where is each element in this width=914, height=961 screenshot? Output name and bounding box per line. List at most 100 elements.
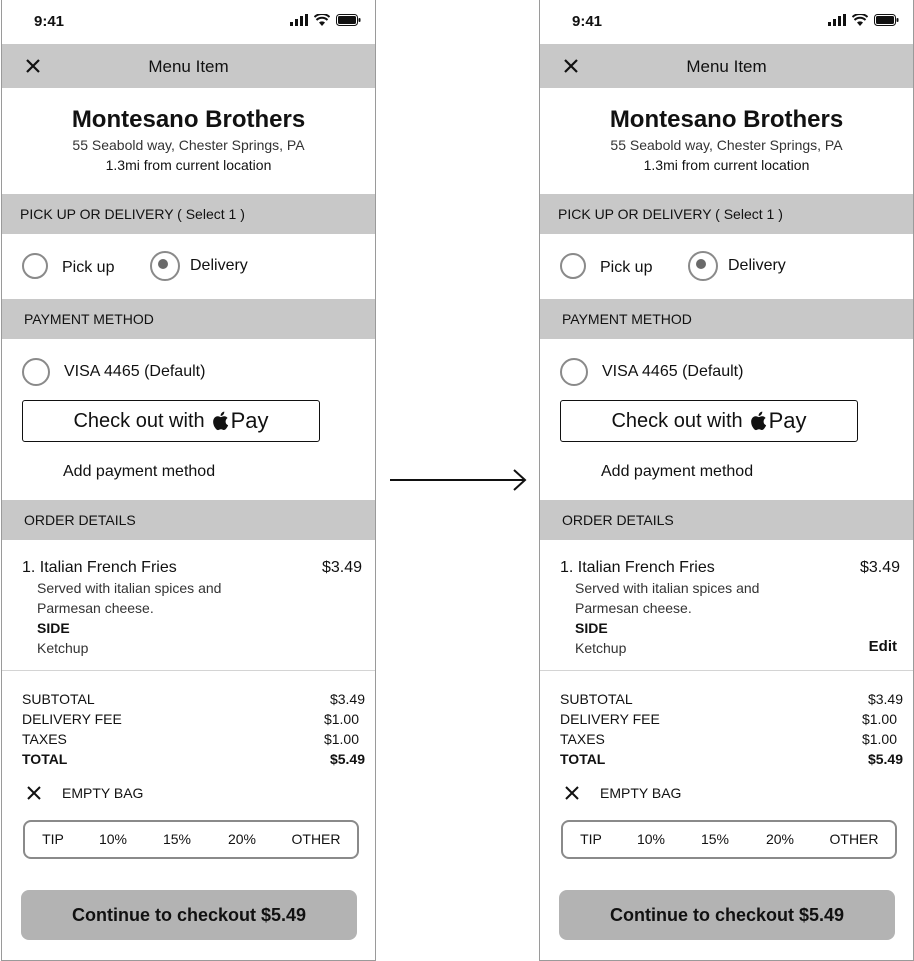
phone-screen-after: 9:41 Menu Item Montesano Brothers 55 Sea…: [539, 0, 914, 961]
delivery-option[interactable]: Delivery: [688, 251, 786, 281]
empty-bag-button[interactable]: EMPTY BAG: [564, 785, 681, 801]
divider: [540, 670, 913, 671]
restaurant-address: 55 Seabold way, Chester Springs, PA: [610, 137, 843, 153]
subtotal-row: SUBTOTAL $3.49: [22, 689, 365, 709]
apple-pay-button[interactable]: Check out with Pay: [560, 400, 858, 442]
tip-other-option[interactable]: OTHER: [830, 822, 879, 857]
checkout-button[interactable]: Continue to checkout $5.49: [21, 890, 357, 940]
tip-selector: TIP 10% 15% 20% OTHER: [561, 820, 897, 859]
total-row: TOTAL $5.49: [560, 749, 903, 769]
close-icon: [27, 786, 41, 800]
card-label: VISA 4465 (Default): [602, 363, 744, 380]
restaurant-info: Montesano Brothers 55 Seabold way, Chest…: [540, 106, 913, 174]
page-title: Menu Item: [686, 57, 767, 76]
delivery-fee-label: DELIVERY FEE: [560, 711, 660, 727]
item-option-value: Ketchup: [37, 640, 89, 656]
delivery-fee-value: $1.00: [861, 711, 897, 727]
add-payment-method-link[interactable]: Add payment method: [601, 463, 753, 481]
card-option[interactable]: VISA 4465 (Default): [22, 358, 205, 386]
tip-15-option[interactable]: 15%: [163, 822, 191, 857]
tip-10-option[interactable]: 10%: [99, 822, 127, 857]
fulfillment-header: PICK UP OR DELIVERY ( Select 1 ): [540, 194, 913, 234]
subtotal-row: SUBTOTAL $3.49: [560, 689, 903, 709]
checkout-button[interactable]: Continue to checkout $5.49: [559, 890, 895, 940]
pickup-radio[interactable]: [560, 253, 586, 279]
navbar: Menu Item: [2, 44, 375, 88]
subtotal-value: $3.49: [329, 691, 365, 707]
delivery-fee-row: DELIVERY FEE $1.00: [22, 709, 365, 729]
apple-pay-suffix: Pay: [768, 408, 807, 433]
pickup-option[interactable]: Pick up: [22, 253, 114, 279]
status-icons: [290, 14, 361, 26]
restaurant-name: Montesano Brothers: [609, 106, 844, 133]
battery-icon: [874, 14, 899, 26]
delivery-fee-row: DELIVERY FEE $1.00: [560, 709, 903, 729]
tip-label: TIP: [42, 831, 64, 847]
taxes-value: $1.00: [323, 731, 359, 747]
tip-other-option[interactable]: OTHER: [292, 822, 341, 857]
total-value: $5.49: [329, 751, 365, 767]
item-description-line-2: Parmesan cheese.: [575, 600, 692, 616]
card-label: VISA 4465 (Default): [64, 363, 206, 380]
wifi-icon: [314, 14, 330, 26]
card-radio[interactable]: [22, 358, 50, 386]
tip-20-option[interactable]: 20%: [228, 822, 256, 857]
card-radio[interactable]: [560, 358, 588, 386]
status-bar: 9:41: [2, 0, 375, 44]
apple-pay-button[interactable]: Check out with Pay: [22, 400, 320, 442]
empty-bag-label: EMPTY BAG: [62, 785, 144, 801]
total-label: TOTAL: [22, 751, 68, 767]
status-time: 9:41: [572, 13, 603, 30]
order-item: 1. Italian French Fries $3.49 Served wit…: [560, 558, 900, 658]
delivery-fee-label: DELIVERY FEE: [22, 711, 122, 727]
pickup-label: Pick up: [62, 258, 115, 276]
card-option[interactable]: VISA 4465 (Default): [560, 358, 743, 386]
tip-selector: TIP 10% 15% 20% OTHER: [23, 820, 359, 859]
battery-icon: [336, 14, 361, 26]
close-icon: [565, 786, 579, 800]
add-payment-method-link[interactable]: Add payment method: [63, 463, 215, 481]
restaurant-info: Montesano Brothers 55 Seabold way, Chest…: [2, 106, 375, 174]
phone-screen-before: 9:41 Menu Item Montesano Brothers 55 Sea…: [1, 0, 376, 961]
fulfillment-header: PICK UP OR DELIVERY ( Select 1 ): [2, 194, 375, 234]
page-title: Menu Item: [148, 57, 229, 76]
delivery-label: Delivery: [728, 257, 786, 274]
status-icons: [828, 14, 899, 26]
delivery-radio[interactable]: [150, 251, 180, 281]
signal-icon: [828, 14, 846, 26]
taxes-label: TAXES: [22, 731, 67, 747]
item-description-line-2: Parmesan cheese.: [37, 600, 154, 616]
delivery-radio[interactable]: [688, 251, 718, 281]
delivery-label: Delivery: [190, 257, 248, 274]
signal-icon: [290, 14, 308, 26]
payment-header: PAYMENT METHOD: [2, 299, 375, 339]
delivery-option[interactable]: Delivery: [150, 251, 248, 281]
status-time: 9:41: [34, 13, 65, 30]
item-name: 1. Italian French Fries: [22, 559, 177, 576]
restaurant-distance: 1.3mi from current location: [643, 157, 810, 173]
restaurant-name: Montesano Brothers: [71, 106, 306, 133]
taxes-row: TAXES $1.00: [22, 729, 365, 749]
total-value: $5.49: [867, 751, 903, 767]
tip-20-option[interactable]: 20%: [766, 822, 794, 857]
navbar: Menu Item: [540, 44, 913, 88]
tip-15-option[interactable]: 15%: [701, 822, 729, 857]
tip-10-option[interactable]: 10%: [637, 822, 665, 857]
edit-item-link[interactable]: Edit: [869, 638, 897, 655]
divider: [2, 670, 375, 671]
order-totals: SUBTOTAL $3.49 DELIVERY FEE $1.00 TAXES …: [560, 689, 903, 769]
pickup-label: Pick up: [600, 258, 653, 276]
order-item: 1. Italian French Fries $3.49 Served wit…: [22, 558, 362, 658]
pickup-option[interactable]: Pick up: [560, 253, 652, 279]
order-totals: SUBTOTAL $3.49 DELIVERY FEE $1.00 TAXES …: [22, 689, 365, 769]
taxes-value: $1.00: [861, 731, 897, 747]
taxes-label: TAXES: [560, 731, 605, 747]
empty-bag-button[interactable]: EMPTY BAG: [26, 785, 143, 801]
item-price: $3.49: [321, 559, 362, 576]
item-name: 1. Italian French Fries: [560, 559, 715, 576]
restaurant-distance: 1.3mi from current location: [105, 157, 272, 173]
apple-pay-suffix: Pay: [230, 408, 269, 433]
restaurant-address: 55 Seabold way, Chester Springs, PA: [72, 137, 305, 153]
pickup-radio[interactable]: [22, 253, 48, 279]
subtotal-label: SUBTOTAL: [22, 691, 95, 707]
